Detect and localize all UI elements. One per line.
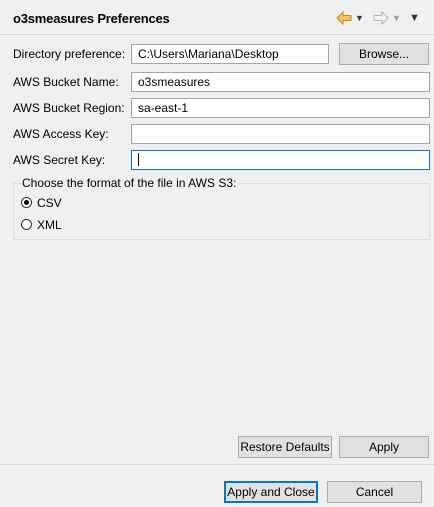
restore-defaults-button[interactable]: Restore Defaults xyxy=(238,436,332,458)
radio-button-unchecked-icon[interactable] xyxy=(21,219,32,230)
dialog-button-separator xyxy=(0,464,434,465)
access-key-label: AWS Access Key: xyxy=(13,127,109,141)
back-menu-chevron-down-icon[interactable]: ▼ xyxy=(355,8,364,28)
browse-button[interactable]: Browse... xyxy=(339,43,429,65)
title-separator xyxy=(0,34,434,35)
radio-label-xml: XML xyxy=(37,218,62,232)
file-format-group xyxy=(13,183,430,240)
bucket-name-label: AWS Bucket Name: xyxy=(13,75,119,89)
radio-button-checked-icon[interactable] xyxy=(21,197,32,208)
bucket-region-label: AWS Bucket Region: xyxy=(13,101,125,115)
secret-key-label: AWS Secret Key: xyxy=(13,153,106,167)
arrow-right-icon xyxy=(373,8,389,28)
bucket-region-input[interactable]: sa-east-1 xyxy=(131,98,430,118)
file-format-group-legend: Choose the format of the file in AWS S3: xyxy=(22,176,239,190)
arrow-left-icon-graphic xyxy=(336,10,352,26)
apply-button[interactable]: Apply xyxy=(339,436,429,458)
page-title: o3smeasures Preferences xyxy=(13,11,170,26)
navigation-toolbar: ▼ ▼ ▼ xyxy=(336,8,426,28)
secret-key-input[interactable] xyxy=(131,150,430,170)
text-caret xyxy=(138,153,139,167)
directory-preference-label: Directory preference: xyxy=(13,47,126,61)
arrow-right-icon-graphic xyxy=(373,10,389,26)
view-menu-icon[interactable]: ▼ xyxy=(409,8,420,28)
radio-label-csv: CSV xyxy=(37,196,62,210)
forward-menu-chevron-down-icon: ▼ xyxy=(392,13,401,23)
directory-preference-input[interactable]: C:\Users\Mariana\Desktop xyxy=(131,44,329,64)
apply-and-close-button[interactable]: Apply and Close xyxy=(224,481,318,503)
arrow-left-icon[interactable] xyxy=(336,8,352,28)
access-key-input[interactable] xyxy=(131,124,430,144)
cancel-button[interactable]: Cancel xyxy=(327,481,422,503)
bucket-name-input[interactable]: o3smeasures xyxy=(131,72,430,92)
